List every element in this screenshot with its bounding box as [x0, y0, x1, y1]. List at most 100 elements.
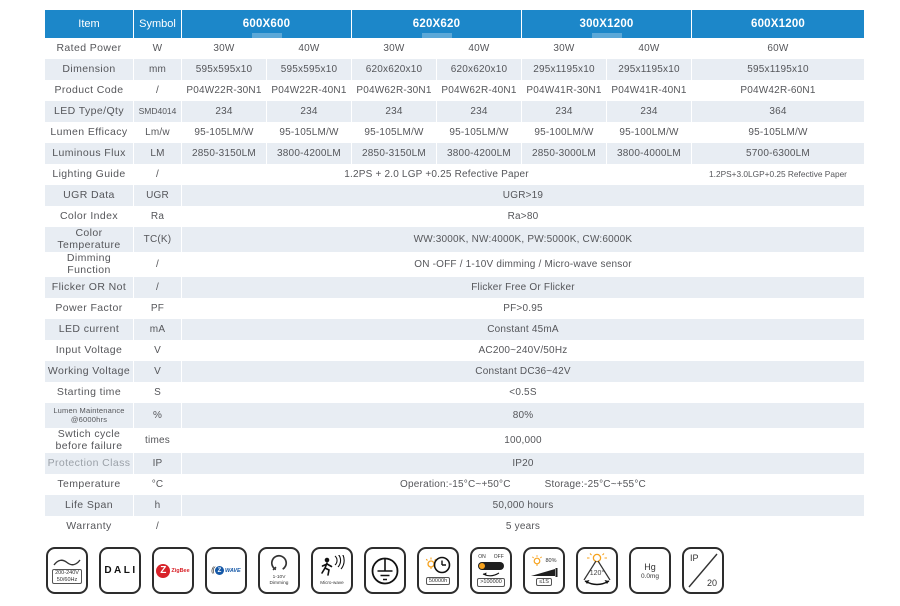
beam-angle-graphic-icon: 120°	[580, 553, 614, 589]
row-symbol: mm	[134, 59, 181, 80]
row-item-label: Life Span	[45, 495, 133, 516]
row-item-label: UGR Data	[45, 185, 133, 206]
row-symbol: /	[134, 516, 181, 537]
row-symbol: Lm/w	[134, 122, 181, 143]
row-value: 95-105LM/W	[182, 122, 266, 143]
spec-row: Flicker OR Not/Flicker Free Or Flicker	[45, 277, 864, 298]
zigbee-icon: Z ZigBee	[152, 547, 194, 594]
header-group-600x600: 600X600	[182, 10, 351, 38]
row-symbol: W	[134, 38, 181, 59]
row-value: 620x620x10	[352, 59, 436, 80]
spec-row: LED currentmAConstant 45mA	[45, 319, 864, 340]
row-symbol: mA	[134, 319, 181, 340]
row-item-label: Lumen Efficacy	[45, 122, 133, 143]
lifespan-icon: 50000h	[417, 547, 459, 594]
switch-toggle-icon	[478, 562, 504, 570]
row-value: P04W22R-30N1	[182, 80, 266, 101]
row-value: 3800-4000LM	[607, 143, 691, 164]
row-item-label: Lumen Maintenance @6000hrs	[45, 403, 133, 428]
row-symbol: PF	[134, 298, 181, 319]
row-item-label: Warranty	[45, 516, 133, 537]
row-value: Ra>80	[182, 206, 864, 227]
row-value: 3800-4200LM	[437, 143, 521, 164]
row-value: 1.2PS + 2.0 LGP +0.25 Refective Paper	[182, 164, 691, 185]
row-symbol: /	[134, 80, 181, 101]
bulb-clock-icon	[425, 556, 451, 576]
row-value: P04W62R-30N1	[352, 80, 436, 101]
row-value: Operation:-15°C~+50°C	[400, 479, 511, 490]
row-symbol: SMD4014	[134, 101, 181, 122]
spec-row: Protection ClassIPIP20	[45, 453, 864, 474]
row-item-label: Dimension	[45, 59, 133, 80]
row-value: 80%	[182, 403, 864, 428]
row-item-label: Color Index	[45, 206, 133, 227]
spec-row: Color TemperatureTC(K)WW:3000K, NW:4000K…	[45, 227, 864, 252]
row-value: 60W	[692, 38, 864, 59]
row-value: 2850-3150LM	[182, 143, 266, 164]
row-symbol: /	[134, 164, 181, 185]
row-item-label: Input Voltage	[45, 340, 133, 361]
row-value: 364	[692, 101, 864, 122]
voltage-line1: 200-240V	[55, 570, 79, 577]
row-symbol: °C	[134, 474, 181, 495]
earth-ground-icon	[364, 547, 406, 594]
row-symbol: Ra	[134, 206, 181, 227]
row-value: 2850-3150LM	[352, 143, 436, 164]
dimmer-dial-icon	[269, 554, 289, 574]
spec-row: Product Code/P04W22R-30N1P04W22R-40N1P04…	[45, 80, 864, 101]
row-value: 5 years	[182, 516, 864, 537]
spec-row: Warranty/5 years	[45, 516, 864, 537]
spec-row: Dimensionmm595x595x10595x595x10620x620x1…	[45, 59, 864, 80]
row-value: 620x620x10	[437, 59, 521, 80]
row-value: 95-105LM/W	[267, 122, 351, 143]
row-value: Constant DC36~42V	[182, 361, 864, 382]
row-value: P04W62R-40N1	[437, 80, 521, 101]
zwave-arcs-icon: ((	[211, 567, 214, 574]
switch-off-label: OFF	[494, 554, 504, 560]
row-symbol: TC(K)	[134, 227, 181, 252]
row-symbol: V	[134, 361, 181, 382]
row-item-label: LED Type/Qty	[45, 101, 133, 122]
row-value: IP20	[182, 453, 864, 474]
row-value: Storage:-25°C~+55°C	[545, 479, 646, 490]
dimming-line2: Dimming	[270, 581, 289, 587]
beam-angle-icon: 120°	[576, 547, 618, 594]
ip-rating-label: 20	[707, 578, 717, 588]
mercury-hg-label: Hg	[644, 562, 656, 572]
row-value: Flicker Free Or Flicker	[182, 277, 864, 298]
spec-sheet-page: Item Symbol 600X600 620X620 300X1200 600…	[0, 0, 900, 606]
spec-row: LED Type/QtySMD4014234234234234234234364	[45, 101, 864, 122]
spec-row: UGR DataUGRUGR>19	[45, 185, 864, 206]
row-item-label: Starting time	[45, 382, 133, 403]
ac-voltage-icon: 200-240V 50/60Hz	[46, 547, 88, 594]
faststart-pct-label: 80%	[545, 558, 556, 564]
ip20-icon: IP 20	[682, 547, 724, 594]
row-value: 30W	[182, 38, 266, 59]
spec-row: Luminous FluxLM2850-3150LM3800-4200LM285…	[45, 143, 864, 164]
row-value: PF>0.95	[182, 298, 864, 319]
dali-icon: DALI	[99, 547, 141, 594]
row-item-label: Product Code	[45, 80, 133, 101]
spec-row: Input VoltageVAC200~240V/50Hz	[45, 340, 864, 361]
row-item-label: Temperature	[45, 474, 133, 495]
row-symbol: /	[134, 277, 181, 298]
row-item-label: Dimming Function	[45, 252, 133, 277]
header-symbol: Symbol	[134, 10, 181, 38]
row-value: 234	[437, 101, 521, 122]
row-value: 295x1195x10	[522, 59, 606, 80]
dimming-1-10v-icon: 1-10V Dimming	[258, 547, 300, 594]
row-value: 234	[607, 101, 691, 122]
row-value: 295x1195x10	[607, 59, 691, 80]
row-item-label: LED current	[45, 319, 133, 340]
header-group-300x1200: 300X1200	[522, 10, 691, 38]
row-item-label: Flicker OR Not	[45, 277, 133, 298]
row-value: 95-105LM/W	[692, 122, 864, 143]
row-value: WW:3000K, NW:4000K, PW:5000K, CW:6000K	[182, 227, 864, 252]
zigbee-logo-icon: Z	[156, 564, 170, 578]
spec-row: Color IndexRaRa>80	[45, 206, 864, 227]
mercury-amount-label: 0.0mg	[641, 573, 659, 580]
row-value: P04W41R-40N1	[607, 80, 691, 101]
row-symbol: V	[134, 340, 181, 361]
row-value: Constant 45mA	[182, 319, 864, 340]
row-value: 95-105LM/W	[437, 122, 521, 143]
